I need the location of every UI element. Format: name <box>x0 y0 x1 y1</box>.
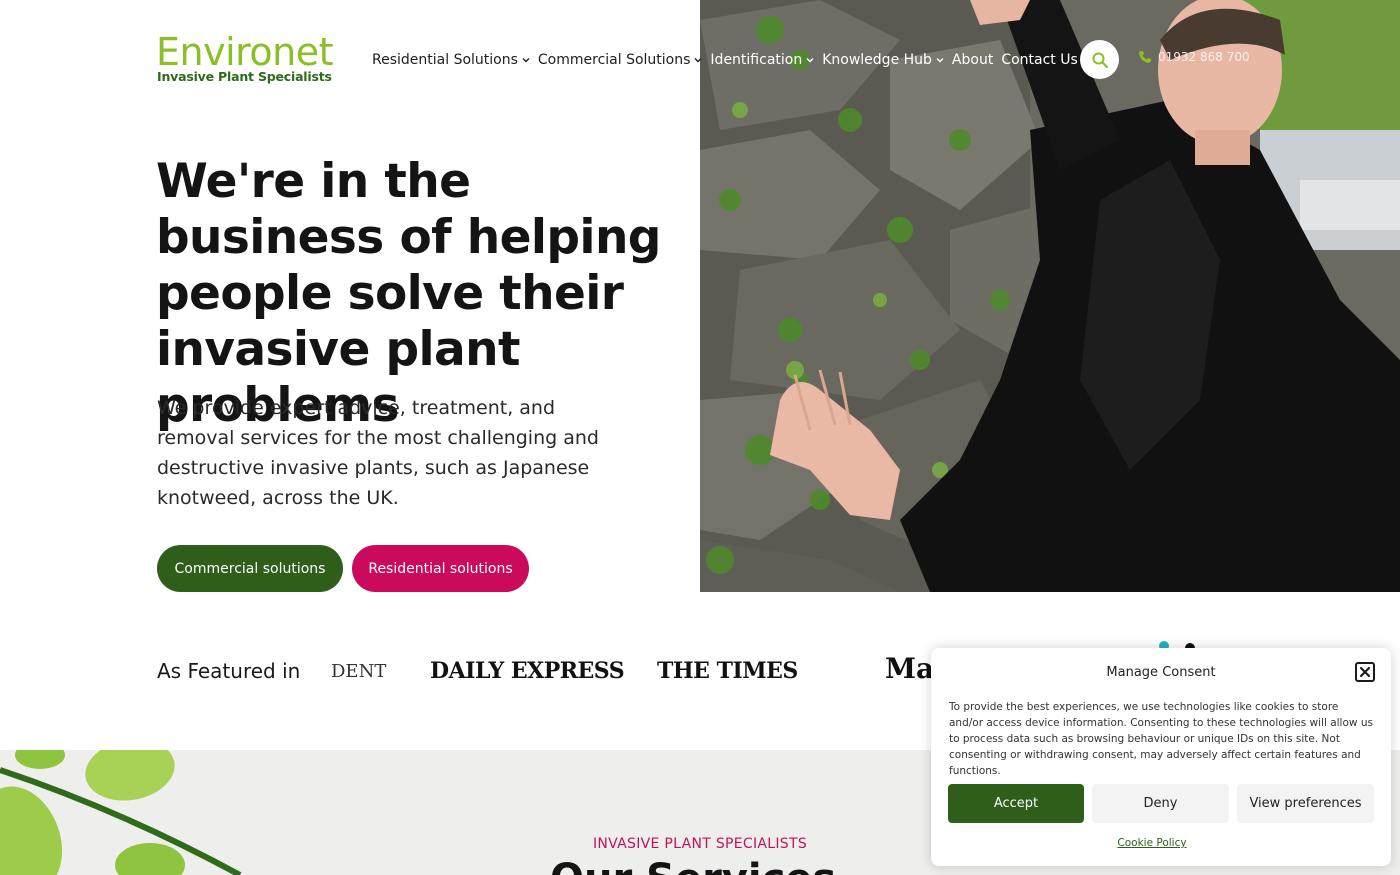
accept-button[interactable]: Accept <box>948 784 1084 823</box>
nav-label: Identification <box>710 52 803 68</box>
chevron-down-icon <box>936 58 944 63</box>
nav-label: Commercial Solutions <box>537 52 691 68</box>
main-nav: Residential Solutions Commercial Solutio… <box>372 49 1086 71</box>
view-preferences-button[interactable]: View preferences <box>1237 784 1374 823</box>
nav-label: Residential Solutions <box>372 52 518 68</box>
press-logo-independent: DENT <box>331 661 387 682</box>
hero-image <box>700 0 1400 592</box>
logo-wordmark: Environet <box>156 30 334 74</box>
nav-label: About <box>951 52 994 68</box>
nav-label: Knowledge Hub <box>822 52 932 68</box>
page: Environet Invasive Plant Specialists Res… <box>0 0 1400 875</box>
nav-contact-us[interactable]: Contact Us <box>1001 52 1077 68</box>
nav-about[interactable]: About <box>952 52 993 68</box>
logo-tagline: Invasive Plant Specialists <box>157 69 332 84</box>
residential-solutions-button[interactable]: Residential solutions <box>352 545 529 592</box>
consent-body: To provide the best experiences, we use … <box>949 701 1373 777</box>
services-heading: Our Services <box>550 856 836 875</box>
nav-residential-solutions[interactable]: Residential Solutions <box>372 52 530 68</box>
hero-subtitle: We provide expert advice, treatment, and… <box>157 397 599 509</box>
nav-label: Contact Us <box>1001 52 1078 68</box>
search-icon <box>1092 52 1108 68</box>
cookie-consent-dialog: Manage Consent To provide the best exper… <box>931 648 1391 866</box>
leaf-decoration-icon <box>0 750 242 875</box>
chevron-down-icon <box>694 58 702 63</box>
consent-title: Manage Consent <box>1106 665 1216 680</box>
press-logo-daily-express: DAILY EXPRESS <box>430 658 625 684</box>
featured-label: As Featured in <box>157 659 301 683</box>
cookie-policy-link[interactable]: Cookie Policy <box>931 837 1373 849</box>
press-logo-mail: Ma <box>885 652 935 685</box>
phone-icon <box>1139 51 1151 63</box>
hero-title: We're in the business of helping people … <box>156 154 661 433</box>
nav-commercial-solutions[interactable]: Commercial Solutions <box>538 52 703 68</box>
environet-logo[interactable]: Environet Invasive Plant Specialists <box>156 30 334 90</box>
press-logo-the-times: THE TIMES <box>657 658 798 684</box>
nav-identification[interactable]: Identification <box>710 52 814 68</box>
close-icon <box>1359 666 1371 678</box>
phone-link[interactable]: 01932 868 700 <box>1138 50 1250 64</box>
chevron-down-icon <box>522 58 530 63</box>
chevron-down-icon <box>806 58 814 63</box>
commercial-solutions-button[interactable]: Commercial solutions <box>157 545 343 592</box>
phone-number: 01932 868 700 <box>1158 50 1250 64</box>
deny-button[interactable]: Deny <box>1092 784 1229 823</box>
nav-knowledge-hub[interactable]: Knowledge Hub <box>822 52 944 68</box>
search-button[interactable] <box>1080 40 1119 79</box>
close-button[interactable] <box>1355 662 1375 682</box>
